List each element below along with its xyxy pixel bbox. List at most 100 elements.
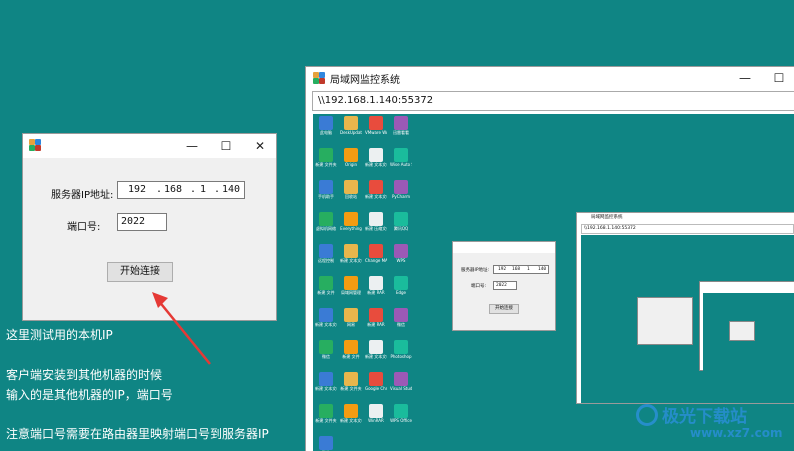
desktop-icon-label: 新建 文件夹 — [315, 162, 337, 167]
remote-desktop-icon: 新建 压缩文件 — [365, 212, 387, 231]
remote-desktop-icon: 新建 文本文档 — [340, 404, 362, 423]
desktop-icon-label: PyCharm — [391, 194, 411, 199]
app-icon — [29, 139, 41, 151]
desktop-app-icon — [394, 276, 408, 290]
maximize-button[interactable]: ☐ — [209, 134, 243, 158]
desktop-app-icon — [319, 404, 333, 418]
remote-desktop-icon: 手机助手 — [315, 180, 337, 199]
remote-client-window: 服务器IP地址: 192 168 1 140 端口号: 2022 开始连接 — [452, 241, 556, 331]
annotation-local-ip: 这里测试用的本机IP — [6, 328, 113, 342]
remote-desktop-icon: Google Chrome — [365, 372, 387, 391]
desktop-app-icon — [319, 212, 333, 226]
desktop-app-icon — [394, 212, 408, 226]
remote-desktop-icon: 新建 RAR — [365, 308, 387, 327]
desktop-icon-label: 微信 — [322, 354, 330, 359]
desktop-icon-label: VMware Workstation — [365, 130, 387, 135]
remote-desktop-icon: 回收站 — [340, 180, 362, 199]
desktop-icon-label: Change MAC — [365, 258, 387, 263]
remote-desktop-icon: 局域网管理 — [340, 276, 362, 295]
remote-desktop-icon: WPS — [390, 244, 412, 263]
desktop-icon-label: DeskUpdate — [340, 130, 362, 135]
remote-desktop-icon: 远程控制 — [315, 244, 337, 263]
desktop-icon-label: WPS Office — [390, 418, 412, 423]
desktop-app-icon — [344, 148, 358, 162]
nested-monitor-window: 局域网监控系统 \\192.168.1.140:55372 — [576, 212, 794, 404]
desktop-app-icon — [369, 148, 383, 162]
nested-monitor-title: 局域网监控系统 — [591, 215, 623, 220]
desktop-app-icon — [319, 180, 333, 194]
ip-octet-3: 1 — [200, 184, 207, 195]
desktop-app-icon — [369, 116, 383, 130]
desktop-app-icon — [344, 212, 358, 226]
desktop-icon-label: 回收站 — [345, 194, 357, 199]
desktop-icon-label: 局域网管理 — [341, 290, 361, 295]
desktop-icon-label: WinRAR — [368, 418, 384, 423]
minimize-button[interactable]: — — [728, 67, 762, 89]
desktop-app-icon — [344, 116, 358, 130]
connect-button[interactable]: 开始连接 — [107, 262, 173, 282]
close-button[interactable]: ✕ — [243, 134, 277, 158]
desktop-icon-label: 此电脑 — [320, 130, 332, 135]
port-label: 端口号: — [67, 222, 101, 233]
desktop-app-icon — [344, 244, 358, 258]
desktop-icon-label: 手机助手 — [318, 194, 334, 199]
ip-octet-2: 168 — [164, 184, 183, 195]
remote-desktop-icon: Edge — [390, 276, 412, 295]
maximize-button[interactable]: ☐ — [762, 67, 794, 89]
desktop-icon-label: 新建 RAR — [367, 290, 385, 295]
remote-desktop-icon: 新建 文件 — [315, 276, 337, 295]
remote-desktop-icon: 新建 文件夹 — [340, 372, 362, 391]
remote-desktop-icon: 微信 — [390, 308, 412, 327]
desktop-icon-label: 新建 压缩文件 — [365, 226, 387, 231]
desktop-app-icon — [344, 340, 358, 354]
desktop-app-icon — [319, 244, 333, 258]
remote-desktop-icon: 虚拟机网络 — [315, 212, 337, 231]
minimize-button[interactable]: — — [175, 134, 209, 158]
desktop-app-icon — [319, 308, 333, 322]
remote-desktop-icon: 微信 — [315, 340, 337, 359]
remote-desktop-icon: 此电脑 — [315, 116, 337, 135]
remote-connect-button: 开始连接 — [489, 304, 519, 314]
remote-desktop-icon: 迅雷看看 — [390, 116, 412, 135]
desktop-icon-label: 新建 文件 — [342, 354, 360, 359]
desktop-icon-label: Visual Studio — [390, 386, 412, 391]
desktop-app-icon — [319, 372, 333, 386]
server-ip-input[interactable]: 192 . 168 . 1 . 140 — [117, 181, 245, 199]
desktop-app-icon — [344, 404, 358, 418]
address-bar[interactable]: \\192.168.1.140:55372 — [312, 91, 794, 111]
desktop-app-icon — [369, 212, 383, 226]
monitor-title: 局域网监控系统 — [330, 75, 400, 86]
remote-desktop-icon: 新建 文本文档 — [365, 340, 387, 359]
remote-desktop-icon: 微信 — [315, 436, 337, 451]
desktop-app-icon — [319, 276, 333, 290]
desktop-icon-label: 远程控制 — [318, 258, 334, 263]
desktop-icon-label: 新建 文件 — [317, 290, 335, 295]
desktop-app-icon — [394, 404, 408, 418]
desktop-app-icon — [394, 116, 408, 130]
remote-desktop-icon: 新建 文件夹 — [315, 404, 337, 423]
desktop-app-icon — [369, 276, 383, 290]
desktop-app-icon — [344, 276, 358, 290]
remote-server-ip-label: 服务器IP地址: — [461, 268, 490, 273]
remote-desktop-icon: PyCharm — [390, 180, 412, 199]
client-title-bar: — ☐ ✕ — [23, 134, 276, 158]
remote-desktop-icon: 新建 文件夹 — [315, 148, 337, 167]
desktop-icon-label: 新建 文件夹 — [340, 386, 362, 391]
remote-desktop-icon: Origin — [340, 148, 362, 167]
desktop-icon-label: WPS — [396, 258, 406, 263]
remote-port-label: 端口号: — [471, 284, 487, 289]
desktop-icon-label: 新建 文本文档 — [365, 162, 387, 167]
remote-desktop-icon: Wise Auto Shutdown — [390, 148, 412, 167]
desktop-app-icon — [344, 180, 358, 194]
remote-desktop-icon: Photoshop — [390, 340, 412, 359]
desktop-app-icon — [344, 308, 358, 322]
desktop-app-icon — [319, 116, 333, 130]
annotation-input: 输入的是其他机器的IP，端口号 — [6, 388, 173, 402]
nested-desktop — [581, 235, 794, 403]
desktop-icon-label: 新建 文本文档 — [340, 418, 362, 423]
remote-desktop-icon: WPS Office — [390, 404, 412, 423]
red-arrow-icon — [152, 292, 211, 365]
port-input[interactable]: 2022 — [117, 213, 167, 231]
desktop-app-icon — [319, 148, 333, 162]
remote-desktop-icon: 新建 文件 — [340, 340, 362, 359]
